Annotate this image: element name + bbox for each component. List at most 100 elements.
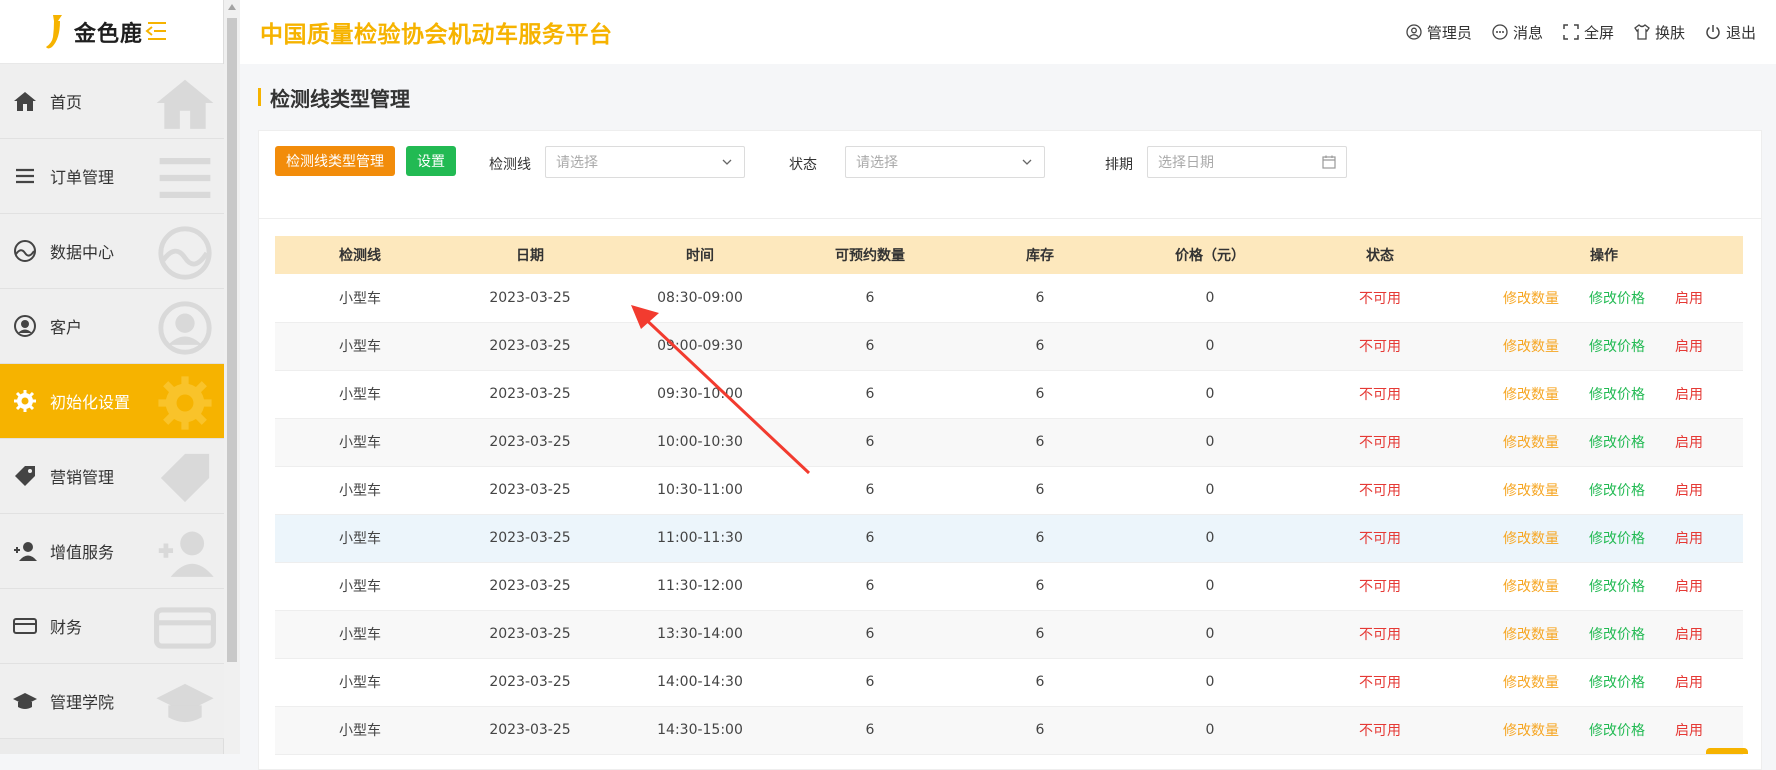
actions-cell: 修改数量 修改价格 启用 [1465, 610, 1743, 658]
edit-price-link[interactable]: 修改价格 [1589, 576, 1645, 596]
edit-quantity-link[interactable]: 修改数量 [1503, 576, 1559, 596]
header-message-label: 消息 [1513, 22, 1543, 43]
back-to-top-tab[interactable] [1706, 748, 1748, 754]
enable-link[interactable]: 启用 [1675, 576, 1703, 596]
line-cell: 小型车 [275, 418, 445, 466]
status-cell: 不可用 [1295, 562, 1465, 610]
actions-cell: 修改数量 修改价格 启用 [1465, 658, 1743, 706]
scrollbar-thumb[interactable] [227, 18, 237, 662]
line-filter-label: 检测线 [489, 154, 531, 174]
price-cell: 0 [1125, 418, 1295, 466]
header-fullscreen-button[interactable]: 全屏 [1563, 22, 1614, 43]
edit-quantity-link[interactable]: 修改数量 [1503, 720, 1559, 740]
line-select-placeholder: 请选择 [556, 152, 598, 172]
edit-price-link[interactable]: 修改价格 [1589, 624, 1645, 644]
stock-cell: 6 [955, 658, 1125, 706]
sidebar-item-orders[interactable]: 订单管理 [0, 139, 224, 214]
enable-link[interactable]: 启用 [1675, 336, 1703, 356]
edit-price-link[interactable]: 修改价格 [1589, 720, 1645, 740]
sidebar-item-label: 订单管理 [50, 164, 114, 188]
date-cell: 2023-03-25 [445, 274, 615, 322]
sidebar-item-marketing[interactable]: 营销管理 [0, 439, 224, 514]
line-type-manage-button[interactable]: 检测线类型管理 [275, 146, 395, 176]
menu-collapse-icon[interactable] [144, 20, 168, 42]
time-cell: 11:00-11:30 [615, 514, 785, 562]
edit-price-link[interactable]: 修改价格 [1589, 432, 1645, 452]
sidebar-scrollbar[interactable] [224, 0, 240, 754]
table-row: 小型车2023-03-2514:30-15:00660不可用修改数量修改价格启用 [275, 706, 1743, 754]
schedule-date-picker[interactable]: 选择日期 [1147, 146, 1347, 178]
page-title: 检测线类型管理 [258, 82, 1762, 112]
available-cell: 6 [785, 706, 955, 754]
user-icon [1406, 24, 1422, 40]
platform-title: 中国质量检验协会机动车服务平台 [260, 15, 613, 49]
time-cell: 10:00-10:30 [615, 418, 785, 466]
line-cell: 小型车 [275, 562, 445, 610]
enable-link[interactable]: 启用 [1675, 528, 1703, 548]
enable-link[interactable]: 启用 [1675, 720, 1703, 740]
row-actions: 修改数量 修改价格 启用 [1465, 432, 1743, 452]
sidebar-item-academy[interactable]: 管理学院 [0, 664, 224, 739]
sidebar-item-customers[interactable]: 客户 [0, 289, 224, 364]
status-cell: 不可用 [1295, 370, 1465, 418]
column-header: 价格（元） [1125, 236, 1295, 274]
header-skin-button[interactable]: 换肤 [1634, 22, 1685, 43]
available-cell: 6 [785, 466, 955, 514]
line-select[interactable]: 请选择 [545, 146, 745, 178]
time-cell: 13:30-14:00 [615, 610, 785, 658]
date-cell: 2023-03-25 [445, 370, 615, 418]
sidebar-item-data-center[interactable]: 数据中心 [0, 214, 224, 289]
row-actions: 修改数量 修改价格 启用 [1465, 288, 1743, 308]
sidebar-item-init-settings[interactable]: 初始化设置 [0, 364, 224, 439]
edit-quantity-link[interactable]: 修改数量 [1503, 384, 1559, 404]
edit-price-link[interactable]: 修改价格 [1589, 672, 1645, 692]
enable-link[interactable]: 启用 [1675, 672, 1703, 692]
calendar-icon [1322, 155, 1336, 169]
header-message-button[interactable]: 消息 [1492, 22, 1543, 43]
list-watermark-icon [154, 149, 216, 207]
enable-link[interactable]: 启用 [1675, 384, 1703, 404]
settings-button[interactable]: 设置 [406, 146, 456, 176]
status-select[interactable]: 请选择 [845, 146, 1045, 178]
edit-quantity-link[interactable]: 修改数量 [1503, 432, 1559, 452]
edit-price-link[interactable]: 修改价格 [1589, 384, 1645, 404]
sidebar-item-finance[interactable]: 财务 [0, 589, 224, 664]
edit-quantity-link[interactable]: 修改数量 [1503, 480, 1559, 500]
scroll-up-arrow-icon[interactable] [228, 4, 236, 10]
schedule-date-placeholder: 选择日期 [1158, 152, 1214, 172]
header-admin-button[interactable]: 管理员 [1406, 22, 1472, 43]
enable-link[interactable]: 启用 [1675, 288, 1703, 308]
enable-link[interactable]: 启用 [1675, 432, 1703, 452]
line-cell: 小型车 [275, 610, 445, 658]
table-row: 小型车2023-03-2511:30-12:00660不可用修改数量修改价格启用 [275, 562, 1743, 610]
enable-link[interactable]: 启用 [1675, 480, 1703, 500]
line-cell: 小型车 [275, 466, 445, 514]
time-cell: 10:30-11:00 [615, 466, 785, 514]
edit-quantity-link[interactable]: 修改数量 [1503, 528, 1559, 548]
edit-quantity-link[interactable]: 修改数量 [1503, 624, 1559, 644]
edit-price-link[interactable]: 修改价格 [1589, 528, 1645, 548]
edit-price-link[interactable]: 修改价格 [1589, 480, 1645, 500]
edit-quantity-link[interactable]: 修改数量 [1503, 288, 1559, 308]
stock-cell: 6 [955, 514, 1125, 562]
power-icon [1705, 24, 1721, 40]
header-logout-button[interactable]: 退出 [1705, 22, 1756, 43]
available-cell: 6 [785, 322, 955, 370]
sidebar-item-home[interactable]: 首页 [0, 64, 224, 139]
brand: 金色鹿 [0, 0, 223, 64]
deer-logo-icon [44, 13, 68, 51]
edit-quantity-link[interactable]: 修改数量 [1503, 672, 1559, 692]
edit-price-link[interactable]: 修改价格 [1589, 336, 1645, 356]
edit-quantity-link[interactable]: 修改数量 [1503, 336, 1559, 356]
stock-cell: 6 [955, 466, 1125, 514]
sidebar-item-label: 管理学院 [50, 689, 114, 713]
date-cell: 2023-03-25 [445, 610, 615, 658]
table-row: 小型车2023-03-2510:30-11:00660不可用修改数量修改价格启用 [275, 466, 1743, 514]
top-header: 中国质量检验协会机动车服务平台 管理员 消息 全屏 换肤 退出 [240, 0, 1776, 64]
edit-price-link[interactable]: 修改价格 [1589, 288, 1645, 308]
enable-link[interactable]: 启用 [1675, 624, 1703, 644]
brand-logo[interactable]: 金色鹿 [44, 13, 143, 51]
status-cell: 不可用 [1295, 322, 1465, 370]
sidebar-item-value-added[interactable]: 增值服务 [0, 514, 224, 589]
time-cell: 14:00-14:30 [615, 658, 785, 706]
